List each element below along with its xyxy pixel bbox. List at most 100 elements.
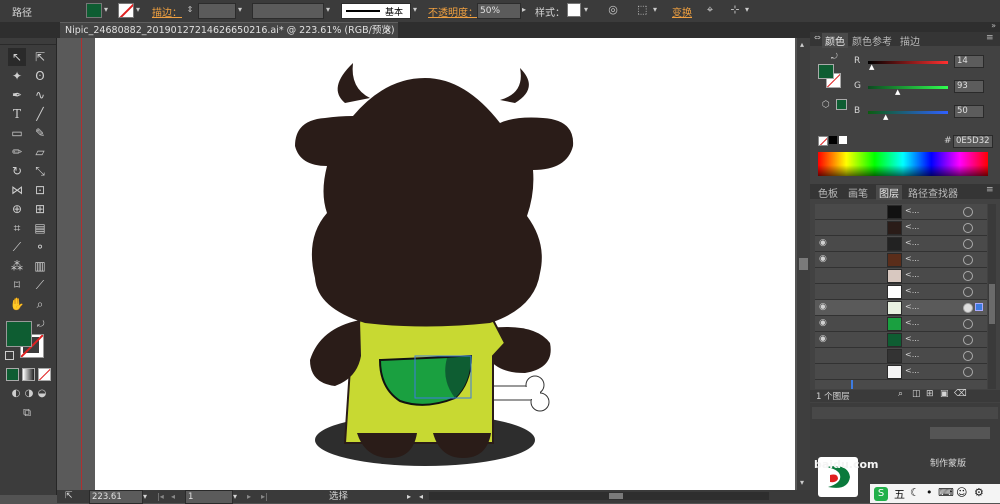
fill-swatch[interactable] [86,3,102,18]
ime-moon-icon[interactable]: ☾ [910,486,920,499]
color-swap-icon[interactable]: ⤾ [831,52,838,62]
stroke-weight-dropdown-icon[interactable]: ▾ [235,3,245,17]
layer-row[interactable]: ◉ <... [815,236,987,252]
scroll-down-icon[interactable]: ▾ [800,478,804,487]
options-dropdown-icon[interactable]: ▾ [742,3,752,17]
graphic-style-swatch[interactable] [567,3,581,17]
panel-menu-icon[interactable]: ≡ [986,33,994,43]
shape-builder-tool-icon[interactable]: ⊕ [8,200,26,218]
tab-pathfinder[interactable]: 路径查找器 [908,185,958,200]
horizontal-scrollbar[interactable] [429,492,769,500]
opacity-field[interactable]: 50% [477,3,521,19]
zoom-field[interactable]: 223.61 [89,490,143,504]
brush-definition[interactable]: 基本 [341,3,411,19]
status-menu-icon[interactable]: ▸ [407,490,411,503]
column-graph-tool-icon[interactable]: ▥ [31,257,49,275]
artboard-tool-icon[interactable]: ⌑ [8,276,26,294]
g-slider[interactable] [868,86,948,89]
layer-row[interactable]: ◉ <... [815,252,987,268]
type-tool-icon[interactable]: T [8,105,26,123]
tab-layers[interactable]: 图层 [876,185,902,200]
target-icon[interactable] [963,223,973,233]
line-tool-icon[interactable]: ╱ [31,105,49,123]
zoom-tool-icon[interactable]: ⌕ [31,295,49,313]
layers-scroll-thumb[interactable] [989,284,995,324]
none-color-chip[interactable] [818,136,828,146]
selection-tool-icon[interactable]: ↖ [8,48,26,66]
gamut-swatch[interactable] [836,99,847,110]
align-icon[interactable]: ⬚ [637,3,647,17]
slice-tool-icon[interactable]: ⟋ [31,276,49,294]
target-icon[interactable] [963,239,973,249]
scroll-up-icon[interactable]: ▴ [800,40,804,49]
locate-object-icon[interactable]: ⌕ [898,389,903,399]
layer-row[interactable]: <... [815,364,987,380]
variable-width-profile[interactable] [252,3,324,19]
target-icon[interactable] [963,335,973,345]
width-tool-icon[interactable]: ⋈ [8,181,26,199]
fill-dropdown-icon[interactable]: ▾ [101,3,111,17]
lasso-tool-icon[interactable]: ʘ [31,67,49,85]
zoom-dropdown-icon[interactable]: ▾ [143,490,147,503]
gradient-tool-icon[interactable]: ▤ [31,219,49,237]
swap-colors-icon[interactable]: ⤾ [37,320,45,330]
mesh-tool-icon[interactable]: ⌗ [8,219,26,237]
r-slider-thumb-icon[interactable]: ▲ [869,63,874,71]
ime-settings-icon[interactable]: ⚙ [974,486,984,499]
screen-mode-icon[interactable]: ⧉ [18,404,36,422]
gradient-mode-icon[interactable] [22,368,35,381]
artboard[interactable] [95,38,795,490]
visibility-eye-icon[interactable]: ◉ [819,318,829,328]
stroke-weight-stepper-icon[interactable]: ⇕ [185,3,195,17]
tab-stroke[interactable]: 描边 [900,33,920,48]
layer-row[interactable]: <... [815,220,987,236]
color-fill-chip[interactable] [818,64,834,79]
brush-dropdown-icon[interactable]: ▾ [410,3,420,17]
bull-illustration[interactable] [95,38,795,490]
first-artboard-icon[interactable]: |◂ [157,490,164,503]
collapse-dock-icon[interactable]: » [991,21,996,30]
g-slider-thumb-icon[interactable]: ▲ [895,88,900,96]
new-layer-icon[interactable]: ▣ [940,389,949,399]
direct-selection-tool-icon[interactable]: ⇱ [31,48,49,66]
clipping-mask-icon[interactable]: ◫ [912,389,921,399]
target-icon[interactable] [963,255,973,265]
magic-wand-tool-icon[interactable]: ✦ [8,67,26,85]
transform-label[interactable]: 变换 [672,4,692,19]
delete-layer-icon[interactable]: ⌫ [954,389,967,399]
target-icon[interactable] [963,287,973,297]
b-value-field[interactable]: 50 [954,105,984,118]
ime-keyboard-icon[interactable]: ⌨ [938,486,954,499]
b-slider[interactable] [868,111,948,114]
ime-logo-icon[interactable]: S [874,487,888,501]
visibility-eye-icon[interactable]: ◉ [819,334,829,344]
perspective-grid-tool-icon[interactable]: ⊞ [31,200,49,218]
target-icon[interactable] [963,303,973,313]
black-color-chip[interactable] [829,136,837,144]
scroll-thumb[interactable] [799,258,808,270]
hscroll-thumb[interactable] [609,493,623,499]
target-icon[interactable] [963,319,973,329]
eyedropper-tool-icon[interactable]: ⟋ [8,238,26,256]
scale-tool-icon[interactable]: ⤡ [31,162,49,180]
layer-row-selected[interactable]: ◉ <... [815,300,987,316]
artboard-dropdown-icon[interactable]: ▾ [233,490,237,503]
close-tab-icon[interactable]: × [384,23,392,39]
layer-row[interactable]: ◉ <... [815,332,987,348]
document-tab[interactable]: Nipic_24680882_20190127214626650216.ai* … [60,22,398,38]
visibility-eye-icon[interactable]: ◉ [819,254,829,264]
r-value-field[interactable]: 14 [954,55,984,68]
curvature-tool-icon[interactable]: ∿ [31,86,49,104]
pencil-tool-icon[interactable]: ✏ [8,143,26,161]
layers-menu-icon[interactable]: ≡ [986,185,994,195]
new-sublayer-icon[interactable]: ⊞ [926,389,934,399]
ime-user-icon[interactable]: ☺ [956,486,967,499]
layer-row[interactable]: <... [815,204,987,220]
tab-color[interactable]: 颜色 [822,33,848,48]
color-spectrum[interactable] [818,152,988,176]
last-artboard-icon[interactable]: ▸| [261,490,268,503]
profile-dropdown-icon[interactable]: ▾ [323,3,333,17]
hand-tool-icon[interactable]: ✋ [8,295,26,313]
stroke-label[interactable]: 描边： [152,4,182,19]
isolate-icon[interactable]: ⌖ [705,3,715,17]
